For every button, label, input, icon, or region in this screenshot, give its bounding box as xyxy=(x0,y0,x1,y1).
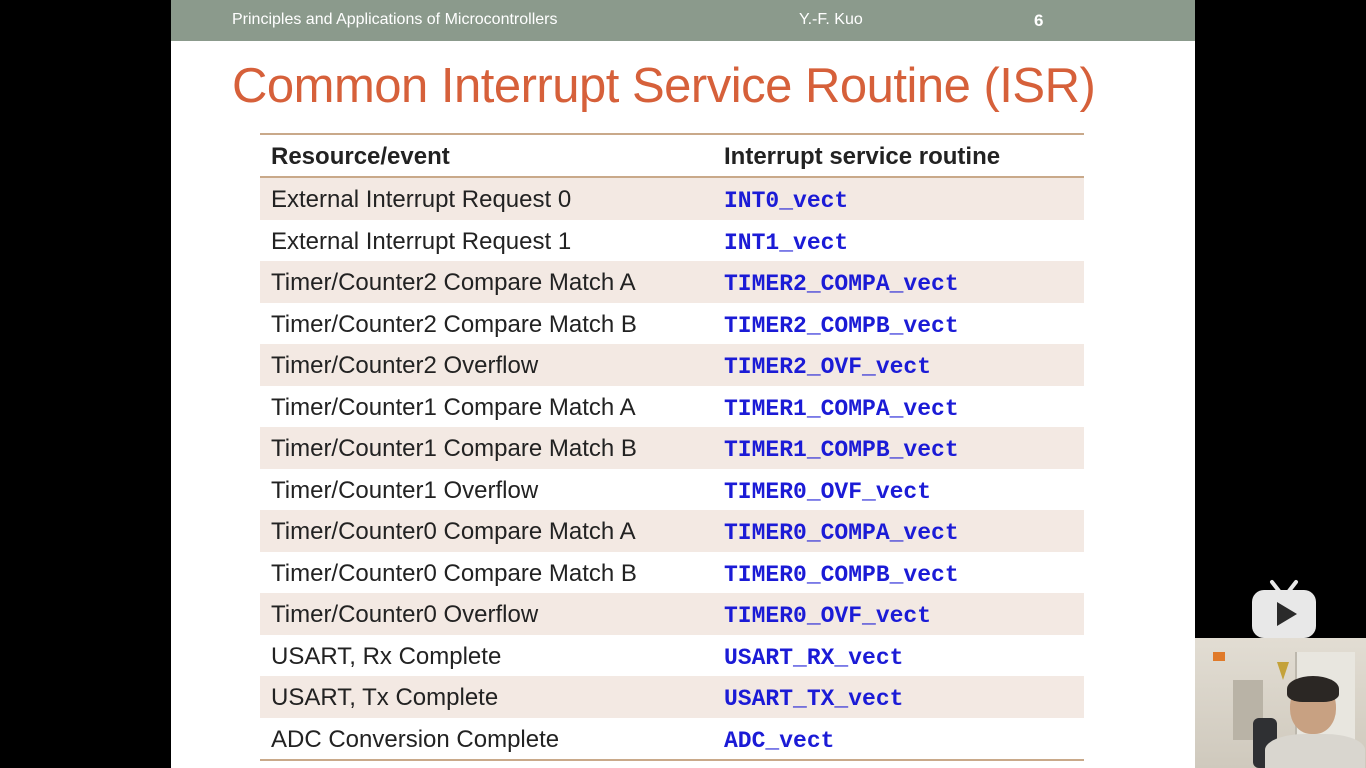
column-header-isr: Interrupt service routine xyxy=(724,143,1001,170)
table-row: External Interrupt Request 1 INT1_vect xyxy=(260,220,1084,262)
author-name: Y.-F. Kuo xyxy=(799,11,863,28)
isr-vector-cell: TIMER2_COMPA_vect xyxy=(724,271,959,297)
table-row: Timer/Counter0 Compare Match A TIMER0_COM… xyxy=(260,510,1084,552)
page-number: 6 xyxy=(1034,11,1044,30)
play-logo-svg xyxy=(1252,580,1316,638)
resource-event-cell: USART, Rx Complete xyxy=(271,642,502,670)
resource-event-cell: Timer/Counter0 Overflow xyxy=(271,601,539,628)
table-row: USART, Tx Complete USART_TX_vect xyxy=(260,676,1084,718)
webcam-presenter-hair xyxy=(1287,676,1339,702)
resource-event-cell: Timer/Counter2 Compare Match B xyxy=(271,310,637,338)
webcam-sign xyxy=(1213,652,1225,661)
table-row: Timer/Counter1 Overflow TIMER0_OVF_vect xyxy=(260,469,1084,511)
resource-event-cell: Timer/Counter1 Compare Match A xyxy=(271,393,636,421)
isr-vector-cell: TIMER0_COMPA_vect xyxy=(724,520,959,546)
table-row: ADC Conversion Complete ADC_vect xyxy=(260,718,1084,760)
table-row: USART, Rx Complete USART_RX_vect xyxy=(260,635,1084,677)
webcam-pennant xyxy=(1277,662,1289,680)
isr-vector-cell: TIMER0_COMPB_vect xyxy=(724,561,959,588)
isr-vector-cell: TIMER2_OVF_vect xyxy=(724,354,932,380)
table-row: External Interrupt Request 0 INT0_vect xyxy=(260,178,1084,220)
resource-event-cell: External Interrupt Request 0 xyxy=(271,186,572,213)
table-row: Timer/Counter1 Compare Match B TIMER1_COM… xyxy=(260,427,1084,469)
column-header-resource: Resource/event xyxy=(271,143,450,170)
resource-event-cell: Timer/Counter2 Overflow xyxy=(271,352,539,379)
isr-vector-cell: INT0_vect xyxy=(724,188,849,214)
table-row: Timer/Counter0 Overflow TIMER0_OVF_vect xyxy=(260,593,1084,635)
slide: Principles and Applications of Microcont… xyxy=(171,0,1195,768)
table-row: Timer/Counter2 Compare Match A TIMER2_COM… xyxy=(260,261,1084,303)
isr-vector-cell: TIMER1_COMPB_vect xyxy=(724,437,959,463)
isr-table: Resource/event Interrupt service routine… xyxy=(260,133,1084,761)
webcam-feed xyxy=(1195,638,1366,768)
course-title: Principles and Applications of Microcont… xyxy=(232,11,558,28)
table-row: Timer/Counter1 Compare Match A TIMER1_COM… xyxy=(260,386,1084,428)
isr-vector-cell: TIMER0_OVF_vect xyxy=(724,478,932,505)
table-row: Timer/Counter2 Compare Match B TIMER2_COM… xyxy=(260,303,1084,345)
isr-vector-cell: TIMER1_COMPA_vect xyxy=(724,395,959,422)
resource-event-cell: ADC Conversion Complete xyxy=(271,725,560,753)
resource-event-cell: External Interrupt Request 1 xyxy=(271,227,572,255)
table-row: Timer/Counter0 Compare Match B TIMER0_COM… xyxy=(260,552,1084,594)
slide-title: Common Interrupt Service Routine (ISR) xyxy=(232,59,1096,113)
isr-vector-cell: ADC_vect xyxy=(724,727,835,754)
resource-event-cell: Timer/Counter1 Overflow xyxy=(271,476,539,504)
isr-vector-cell: TIMER2_COMPB_vect xyxy=(724,312,959,339)
table-row: Timer/Counter2 Overflow TIMER2_OVF_vect xyxy=(260,344,1084,386)
resource-event-cell: Timer/Counter0 Compare Match B xyxy=(271,559,637,587)
slide-header-bar: Principles and Applications of Microcont… xyxy=(171,0,1195,41)
isr-vector-cell: USART_TX_vect xyxy=(724,686,904,712)
table-header-row: Resource/event Interrupt service routine xyxy=(260,135,1084,178)
isr-vector-cell: USART_RX_vect xyxy=(724,644,904,671)
play-logo-icon[interactable] xyxy=(1250,578,1318,640)
isr-vector-cell: INT1_vect xyxy=(724,229,849,256)
webcam-presenter-body xyxy=(1265,734,1365,768)
resource-event-cell: Timer/Counter1 Compare Match B xyxy=(271,435,637,462)
resource-event-cell: Timer/Counter0 Compare Match A xyxy=(271,518,636,545)
isr-vector-cell: TIMER0_OVF_vect xyxy=(724,603,932,629)
resource-event-cell: USART, Tx Complete xyxy=(271,684,499,711)
resource-event-cell: Timer/Counter2 Compare Match A xyxy=(271,269,636,296)
